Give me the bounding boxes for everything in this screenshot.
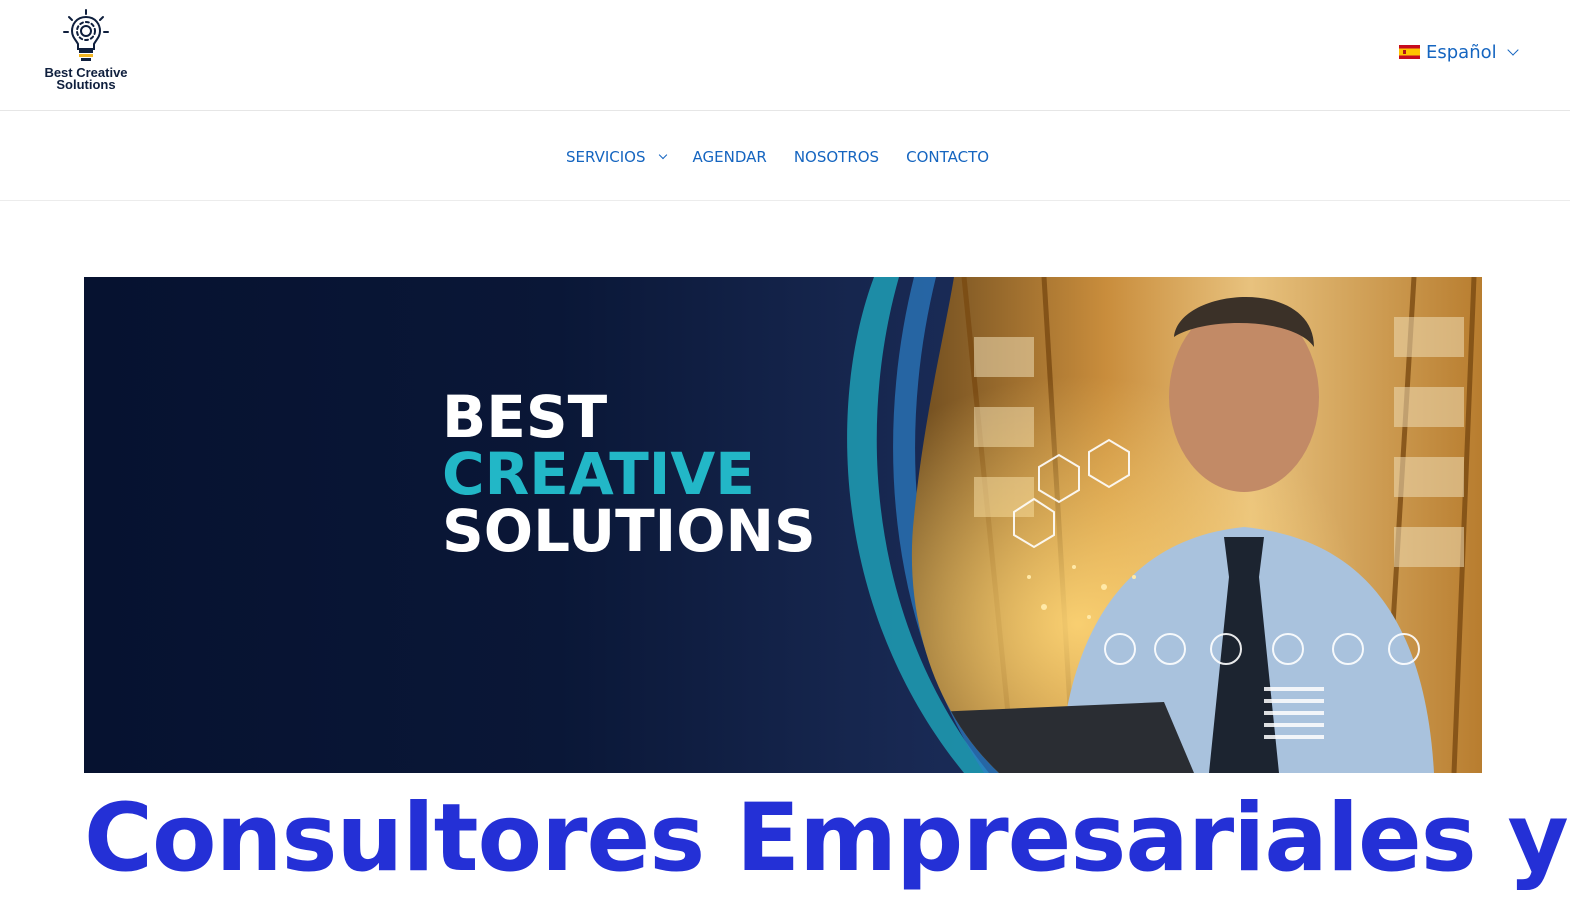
hero-banner: BEST CREATIVE SOLUTIONS: [84, 277, 1482, 773]
nav-menu: SERVICIOS AGENDAR NOSOTROS CONTACTO: [566, 148, 989, 166]
main-navigation: SERVICIOS AGENDAR NOSOTROS CONTACTO: [0, 111, 1570, 201]
nav-item-nosotros[interactable]: NOSOTROS: [794, 148, 879, 166]
chevron-down-icon: [1506, 43, 1519, 56]
hero-title-line1: BEST: [442, 383, 608, 451]
hero-title: BEST CREATIVE SOLUTIONS: [442, 383, 816, 565]
nav-item-label: AGENDAR: [692, 148, 767, 166]
nav-item-servicios[interactable]: SERVICIOS: [566, 148, 667, 166]
nav-item-contacto[interactable]: CONTACTO: [906, 148, 989, 166]
chevron-down-icon: [658, 150, 667, 160]
page-heading: Consultores Empresariales y: [84, 784, 1569, 893]
logo-text-line2: Solutions: [56, 77, 116, 92]
nav-item-label: CONTACTO: [906, 148, 990, 166]
lightbulb-gear-icon: [63, 9, 109, 61]
nav-item-label: NOSOTROS: [793, 148, 880, 166]
nav-item-label: SERVICIOS: [566, 148, 646, 166]
spain-flag-icon: [1399, 45, 1420, 59]
site-logo[interactable]: Best Creative Solutions: [36, 8, 136, 96]
hero-title-line2: CREATIVE: [442, 440, 755, 508]
hero-title-line3: SOLUTIONS: [442, 497, 816, 565]
language-selector[interactable]: Español: [1399, 41, 1519, 63]
language-label: Español: [1426, 41, 1497, 63]
nav-item-agendar[interactable]: AGENDAR: [693, 148, 767, 166]
site-header: Best Creative Solutions Español: [0, 0, 1570, 111]
logo-text: Best Creative Solutions: [36, 66, 136, 92]
